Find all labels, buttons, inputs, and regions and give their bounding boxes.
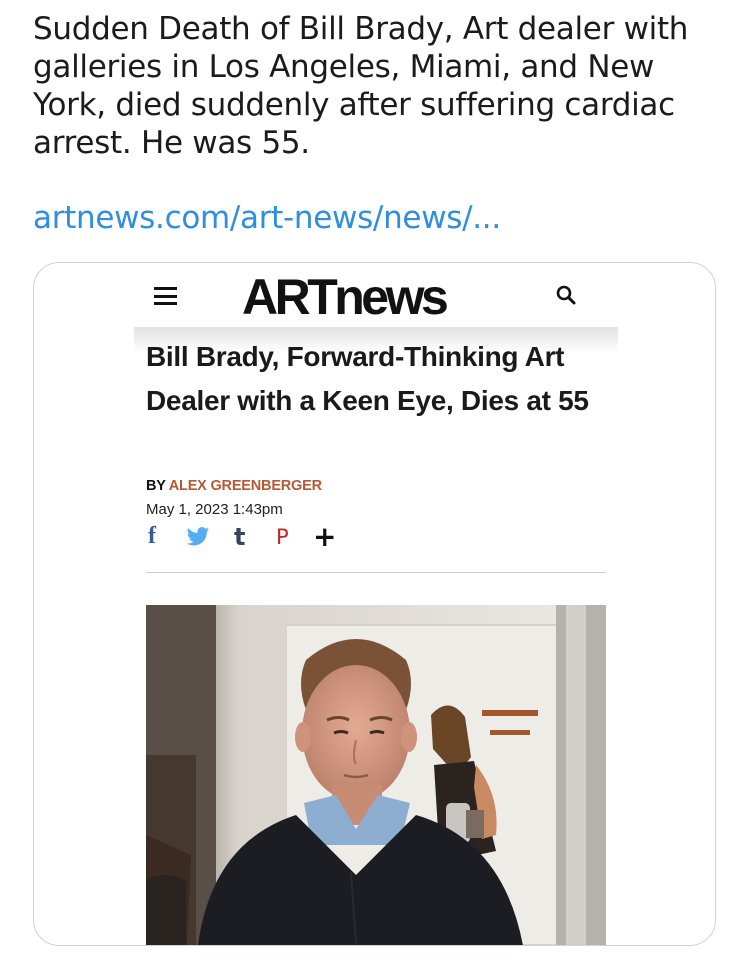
site-header: ARTnews xyxy=(134,263,618,327)
search-icon[interactable] xyxy=(554,283,578,307)
tweet-text: Sudden Death of Bill Brady, Art dealer w… xyxy=(33,11,689,161)
article-screenshot: ARTnews Bill Brady, Forward-Thinking Art… xyxy=(134,263,618,946)
divider xyxy=(146,572,606,573)
twitter-icon[interactable] xyxy=(186,527,210,547)
article-headline: Bill Brady, Forward-Thinking Art Dealer … xyxy=(146,341,589,416)
article-photo[interactable] xyxy=(146,605,606,946)
tweet-link[interactable]: artnews.com/art-news/news/... xyxy=(33,199,501,237)
facebook-icon[interactable]: f xyxy=(148,523,156,550)
site-logo[interactable]: ARTnews xyxy=(242,269,449,325)
tumblr-icon[interactable]: t xyxy=(234,523,245,551)
hamburger-menu-icon[interactable] xyxy=(154,287,177,305)
publish-date: May 1, 2023 1:43pm xyxy=(146,501,283,518)
byline-prefix: BY xyxy=(146,478,166,494)
byline: BY ALEX GREENBERGER xyxy=(146,478,322,494)
more-share-icon[interactable]: + xyxy=(313,520,336,553)
author-link[interactable]: ALEX GREENBERGER xyxy=(169,478,322,494)
pinterest-icon[interactable]: P xyxy=(276,525,289,549)
link-preview-card[interactable]: ARTnews Bill Brady, Forward-Thinking Art… xyxy=(33,262,716,946)
